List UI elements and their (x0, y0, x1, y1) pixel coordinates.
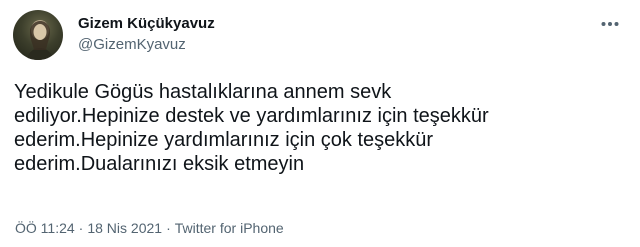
author-handle[interactable]: @GizemKyavuz (78, 36, 215, 54)
more-horizontal-icon (601, 22, 619, 26)
tweet-source-link[interactable]: Twitter for iPhone (175, 220, 284, 236)
meta-separator: · (78, 220, 84, 236)
meta-separator: · (166, 220, 171, 236)
author-display-name[interactable]: Gizem Küçükyavuz (78, 15, 215, 33)
tweet-time[interactable]: ÖÖ 11:24 (15, 220, 75, 236)
tweet-text-line: Yedikule Gögüs hastalıklarına annem sevk (14, 81, 392, 103)
tweet-text-line: ederim.Hepinize yardımlarınız için çok t… (14, 129, 434, 151)
tweet-date[interactable]: 18 Nis 2021 (87, 220, 162, 236)
tweet-text: Yedikule Gögüs hastalıklarına annem sevk… (14, 80, 626, 176)
user-info: Gizem Küçükyavuz @GizemKyavuz (78, 15, 215, 54)
tweet-text-line: ederim.Dualarınızı eksik etmeyin (14, 153, 305, 175)
tweet-text-line: ediliyor.Hepinize destek ve yardımlarını… (14, 105, 489, 127)
more-options-button[interactable] (598, 14, 622, 34)
avatar[interactable] (13, 10, 63, 60)
tweet-meta: ÖÖ 11:24 · 18 Nis 2021 · Twitter for iPhone (15, 220, 284, 236)
user-avatar-icon (27, 20, 53, 60)
tweet-card: Gizem Küçükyavuz @GizemKyavuz Yedikule G… (0, 0, 640, 247)
